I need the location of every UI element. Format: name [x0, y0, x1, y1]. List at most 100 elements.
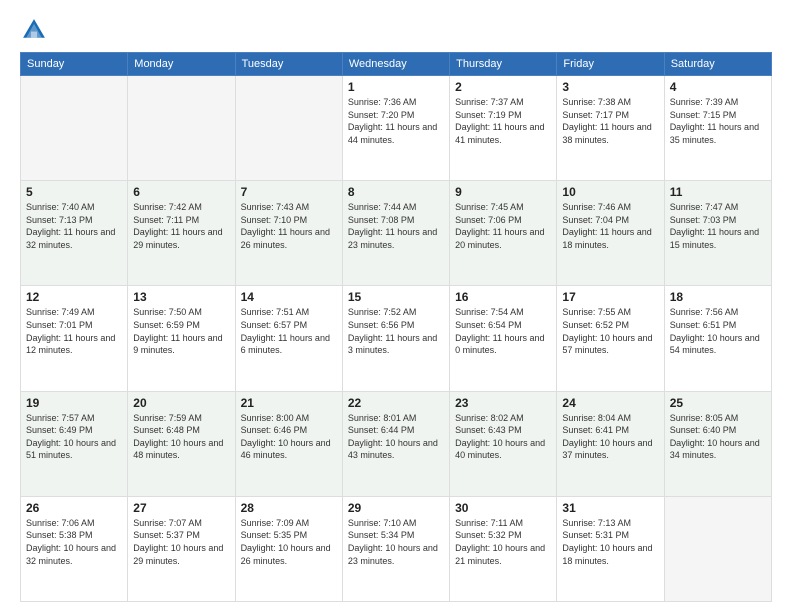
table-row: 6 Sunrise: 7:42 AM Sunset: 7:11 PM Daylig… — [128, 181, 235, 286]
day-info: Sunrise: 7:50 AM Sunset: 6:59 PM Dayligh… — [133, 306, 229, 356]
day-number: 14 — [241, 290, 337, 304]
table-row: 27 Sunrise: 7:07 AM Sunset: 5:37 PM Dayli… — [128, 496, 235, 601]
day-info: Sunrise: 7:47 AM Sunset: 7:03 PM Dayligh… — [670, 201, 766, 251]
day-info: Sunrise: 7:52 AM Sunset: 6:56 PM Dayligh… — [348, 306, 444, 356]
table-row: 19 Sunrise: 7:57 AM Sunset: 6:49 PM Dayli… — [21, 391, 128, 496]
day-info: Sunrise: 7:42 AM Sunset: 7:11 PM Dayligh… — [133, 201, 229, 251]
day-info: Sunrise: 7:40 AM Sunset: 7:13 PM Dayligh… — [26, 201, 122, 251]
table-row: 10 Sunrise: 7:46 AM Sunset: 7:04 PM Dayli… — [557, 181, 664, 286]
logo — [20, 16, 52, 44]
table-row: 22Sunrise: 8:01 AM Sunset: 6:44 PM Dayli… — [342, 391, 449, 496]
day-number: 12 — [26, 290, 122, 304]
day-info: Sunrise: 8:00 AM Sunset: 6:46 PM Dayligh… — [241, 412, 337, 462]
calendar-week-row: 12 Sunrise: 7:49 AM Sunset: 7:01 PM Dayli… — [21, 286, 772, 391]
day-info: Sunrise: 7:09 AM Sunset: 5:35 PM Dayligh… — [241, 517, 337, 567]
day-info: Sunrise: 8:05 AM Sunset: 6:40 PM Dayligh… — [670, 412, 766, 462]
day-info: Sunrise: 7:59 AM Sunset: 6:48 PM Dayligh… — [133, 412, 229, 462]
day-number: 7 — [241, 185, 337, 199]
day-number: 27 — [133, 501, 229, 515]
day-info: Sunrise: 7:37 AM Sunset: 7:19 PM Dayligh… — [455, 96, 551, 146]
day-number: 4 — [670, 80, 766, 94]
day-number: 5 — [26, 185, 122, 199]
day-number: 18 — [670, 290, 766, 304]
day-number: 11 — [670, 185, 766, 199]
table-row: 17 Sunrise: 7:55 AM Sunset: 6:52 PM Dayli… — [557, 286, 664, 391]
calendar-table: Sunday Monday Tuesday Wednesday Thursday… — [20, 52, 772, 602]
day-number: 15 — [348, 290, 444, 304]
day-number: 28 — [241, 501, 337, 515]
table-row: 28 Sunrise: 7:09 AM Sunset: 5:35 PM Dayli… — [235, 496, 342, 601]
day-info: Sunrise: 7:07 AM Sunset: 5:37 PM Dayligh… — [133, 517, 229, 567]
day-info: Sunrise: 7:55 AM Sunset: 6:52 PM Dayligh… — [562, 306, 658, 356]
header — [20, 16, 772, 44]
col-friday: Friday — [557, 53, 664, 76]
table-row: 14 Sunrise: 7:51 AM Sunset: 6:57 PM Dayli… — [235, 286, 342, 391]
table-row: 4 Sunrise: 7:39 AM Sunset: 7:15 PM Daylig… — [664, 76, 771, 181]
table-row: 16Sunrise: 7:54 AM Sunset: 6:54 PM Dayli… — [450, 286, 557, 391]
day-info: Sunrise: 7:46 AM Sunset: 7:04 PM Dayligh… — [562, 201, 658, 251]
day-number: 13 — [133, 290, 229, 304]
day-number: 26 — [26, 501, 122, 515]
day-number: 1 — [348, 80, 444, 94]
day-info: Sunrise: 7:54 AM Sunset: 6:54 PM Dayligh… — [455, 306, 551, 356]
table-row — [128, 76, 235, 181]
day-number: 29 — [348, 501, 444, 515]
day-number: 21 — [241, 396, 337, 410]
table-row: 11 Sunrise: 7:47 AM Sunset: 7:03 PM Dayli… — [664, 181, 771, 286]
day-info: Sunrise: 8:04 AM Sunset: 6:41 PM Dayligh… — [562, 412, 658, 462]
col-wednesday: Wednesday — [342, 53, 449, 76]
table-row: 5 Sunrise: 7:40 AM Sunset: 7:13 PM Daylig… — [21, 181, 128, 286]
day-info: Sunrise: 7:38 AM Sunset: 7:17 PM Dayligh… — [562, 96, 658, 146]
table-row: 13 Sunrise: 7:50 AM Sunset: 6:59 PM Dayli… — [128, 286, 235, 391]
table-row — [664, 496, 771, 601]
col-monday: Monday — [128, 53, 235, 76]
table-row: 9 Sunrise: 7:45 AM Sunset: 7:06 PM Daylig… — [450, 181, 557, 286]
table-row: 25Sunrise: 8:05 AM Sunset: 6:40 PM Dayli… — [664, 391, 771, 496]
day-info: Sunrise: 7:11 AM Sunset: 5:32 PM Dayligh… — [455, 517, 551, 567]
day-info: Sunrise: 7:56 AM Sunset: 6:51 PM Dayligh… — [670, 306, 766, 356]
day-number: 10 — [562, 185, 658, 199]
day-number: 31 — [562, 501, 658, 515]
table-row: 21 Sunrise: 8:00 AM Sunset: 6:46 PM Dayli… — [235, 391, 342, 496]
day-info: Sunrise: 7:43 AM Sunset: 7:10 PM Dayligh… — [241, 201, 337, 251]
day-info: Sunrise: 7:45 AM Sunset: 7:06 PM Dayligh… — [455, 201, 551, 251]
day-number: 30 — [455, 501, 551, 515]
table-row: 1Sunrise: 7:36 AM Sunset: 7:20 PM Daylig… — [342, 76, 449, 181]
day-number: 24 — [562, 396, 658, 410]
day-info: Sunrise: 7:51 AM Sunset: 6:57 PM Dayligh… — [241, 306, 337, 356]
table-row: 23 Sunrise: 8:02 AM Sunset: 6:43 PM Dayli… — [450, 391, 557, 496]
day-number: 6 — [133, 185, 229, 199]
day-info: Sunrise: 7:49 AM Sunset: 7:01 PM Dayligh… — [26, 306, 122, 356]
table-row — [235, 76, 342, 181]
calendar-week-row: 5 Sunrise: 7:40 AM Sunset: 7:13 PM Daylig… — [21, 181, 772, 286]
day-info: Sunrise: 7:06 AM Sunset: 5:38 PM Dayligh… — [26, 517, 122, 567]
table-row: 3 Sunrise: 7:38 AM Sunset: 7:17 PM Daylig… — [557, 76, 664, 181]
day-info: Sunrise: 7:10 AM Sunset: 5:34 PM Dayligh… — [348, 517, 444, 567]
table-row — [21, 76, 128, 181]
table-row: 24 Sunrise: 8:04 AM Sunset: 6:41 PM Dayli… — [557, 391, 664, 496]
day-number: 22 — [348, 396, 444, 410]
day-number: 20 — [133, 396, 229, 410]
table-row: 20 Sunrise: 7:59 AM Sunset: 6:48 PM Dayli… — [128, 391, 235, 496]
col-sunday: Sunday — [21, 53, 128, 76]
col-tuesday: Tuesday — [235, 53, 342, 76]
day-info: Sunrise: 7:57 AM Sunset: 6:49 PM Dayligh… — [26, 412, 122, 462]
day-number: 2 — [455, 80, 551, 94]
day-number: 3 — [562, 80, 658, 94]
calendar-header-row: Sunday Monday Tuesday Wednesday Thursday… — [21, 53, 772, 76]
day-number: 23 — [455, 396, 551, 410]
table-row: 15 Sunrise: 7:52 AM Sunset: 6:56 PM Dayli… — [342, 286, 449, 391]
table-row: 12 Sunrise: 7:49 AM Sunset: 7:01 PM Dayli… — [21, 286, 128, 391]
table-row: 30 Sunrise: 7:11 AM Sunset: 5:32 PM Dayli… — [450, 496, 557, 601]
col-thursday: Thursday — [450, 53, 557, 76]
table-row: 26 Sunrise: 7:06 AM Sunset: 5:38 PM Dayli… — [21, 496, 128, 601]
day-info: Sunrise: 8:02 AM Sunset: 6:43 PM Dayligh… — [455, 412, 551, 462]
day-info: Sunrise: 7:39 AM Sunset: 7:15 PM Dayligh… — [670, 96, 766, 146]
day-number: 17 — [562, 290, 658, 304]
day-number: 19 — [26, 396, 122, 410]
day-number: 9 — [455, 185, 551, 199]
calendar-week-row: 26 Sunrise: 7:06 AM Sunset: 5:38 PM Dayli… — [21, 496, 772, 601]
col-saturday: Saturday — [664, 53, 771, 76]
logo-icon — [20, 16, 48, 44]
table-row: 29 Sunrise: 7:10 AM Sunset: 5:34 PM Dayli… — [342, 496, 449, 601]
